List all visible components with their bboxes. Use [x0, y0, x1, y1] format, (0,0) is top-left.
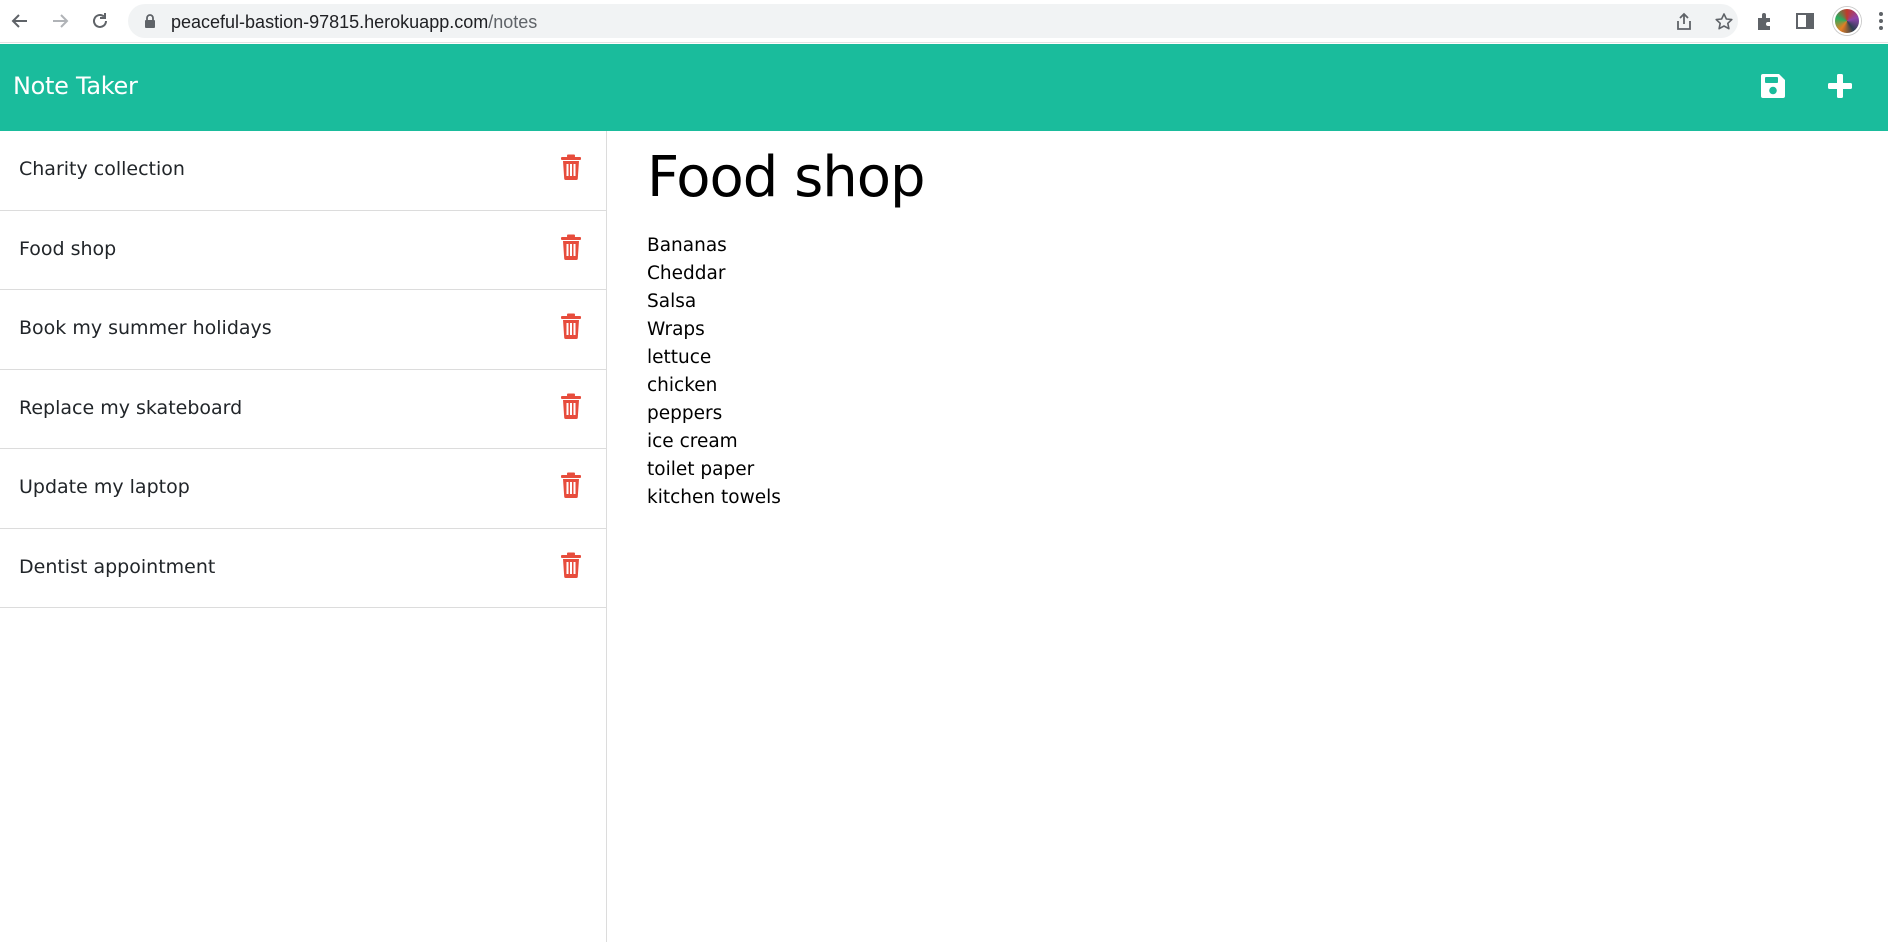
- url-text[interactable]: peaceful-bastion-97815.herokuapp.com/not…: [171, 12, 537, 33]
- note-title-input[interactable]: Food shop: [647, 145, 926, 210]
- brand-title[interactable]: Note Taker: [13, 72, 138, 100]
- note-editor: Food shop Bananas Cheddar Salsa Wraps le…: [607, 131, 1888, 942]
- trash-icon[interactable]: [560, 234, 582, 260]
- list-item[interactable]: Dentist appointment: [0, 529, 606, 608]
- save-icon: [1761, 74, 1785, 98]
- new-note-button[interactable]: [1823, 69, 1857, 103]
- share-icon[interactable]: [1674, 12, 1694, 32]
- list-item[interactable]: Update my laptop: [0, 449, 606, 529]
- save-note-button[interactable]: [1756, 69, 1790, 103]
- extensions-icon[interactable]: [1754, 10, 1776, 32]
- note-title[interactable]: Book my summer holidays: [19, 317, 272, 339]
- trash-icon[interactable]: [560, 393, 582, 419]
- list-item[interactable]: Book my summer holidays: [0, 290, 606, 370]
- trash-icon[interactable]: [560, 154, 582, 180]
- reload-icon: [93, 13, 107, 28]
- note-text-area[interactable]: Bananas Cheddar Salsa Wraps lettuce chic…: [647, 232, 781, 512]
- browser-toolbar: peaceful-bastion-97815.herokuapp.com/not…: [0, 0, 1888, 43]
- back-button[interactable]: [6, 7, 34, 35]
- back-arrow-icon: [11, 14, 27, 28]
- side-panel-icon[interactable]: [1794, 10, 1816, 32]
- list-item[interactable]: Replace my skateboard: [0, 370, 606, 449]
- note-title[interactable]: Update my laptop: [19, 476, 190, 498]
- note-list: Charity collection Food shop Book my sum…: [0, 131, 607, 942]
- list-item[interactable]: Charity collection: [0, 131, 606, 211]
- url-path: /notes: [488, 12, 538, 32]
- note-title[interactable]: Replace my skateboard: [19, 397, 242, 419]
- trash-icon[interactable]: [560, 472, 582, 498]
- forward-arrow-icon: [53, 14, 69, 28]
- lock-icon: [145, 14, 155, 28]
- trash-icon[interactable]: [560, 313, 582, 339]
- address-bar[interactable]: peaceful-bastion-97815.herokuapp.com/not…: [128, 4, 1738, 38]
- note-title[interactable]: Food shop: [19, 238, 116, 260]
- note-title[interactable]: Dentist appointment: [19, 556, 215, 578]
- list-item[interactable]: Food shop: [0, 211, 606, 290]
- plus-icon: [1828, 74, 1852, 98]
- trash-icon[interactable]: [560, 552, 582, 578]
- forward-button[interactable]: [46, 7, 74, 35]
- app-navbar: Note Taker: [0, 44, 1888, 131]
- url-host: peaceful-bastion-97815.herokuapp.com: [171, 12, 489, 32]
- note-title[interactable]: Charity collection: [19, 158, 185, 180]
- profile-avatar[interactable]: [1833, 7, 1861, 35]
- menu-dots-icon[interactable]: [1878, 10, 1884, 32]
- star-icon[interactable]: [1714, 12, 1734, 32]
- reload-button[interactable]: [86, 7, 114, 35]
